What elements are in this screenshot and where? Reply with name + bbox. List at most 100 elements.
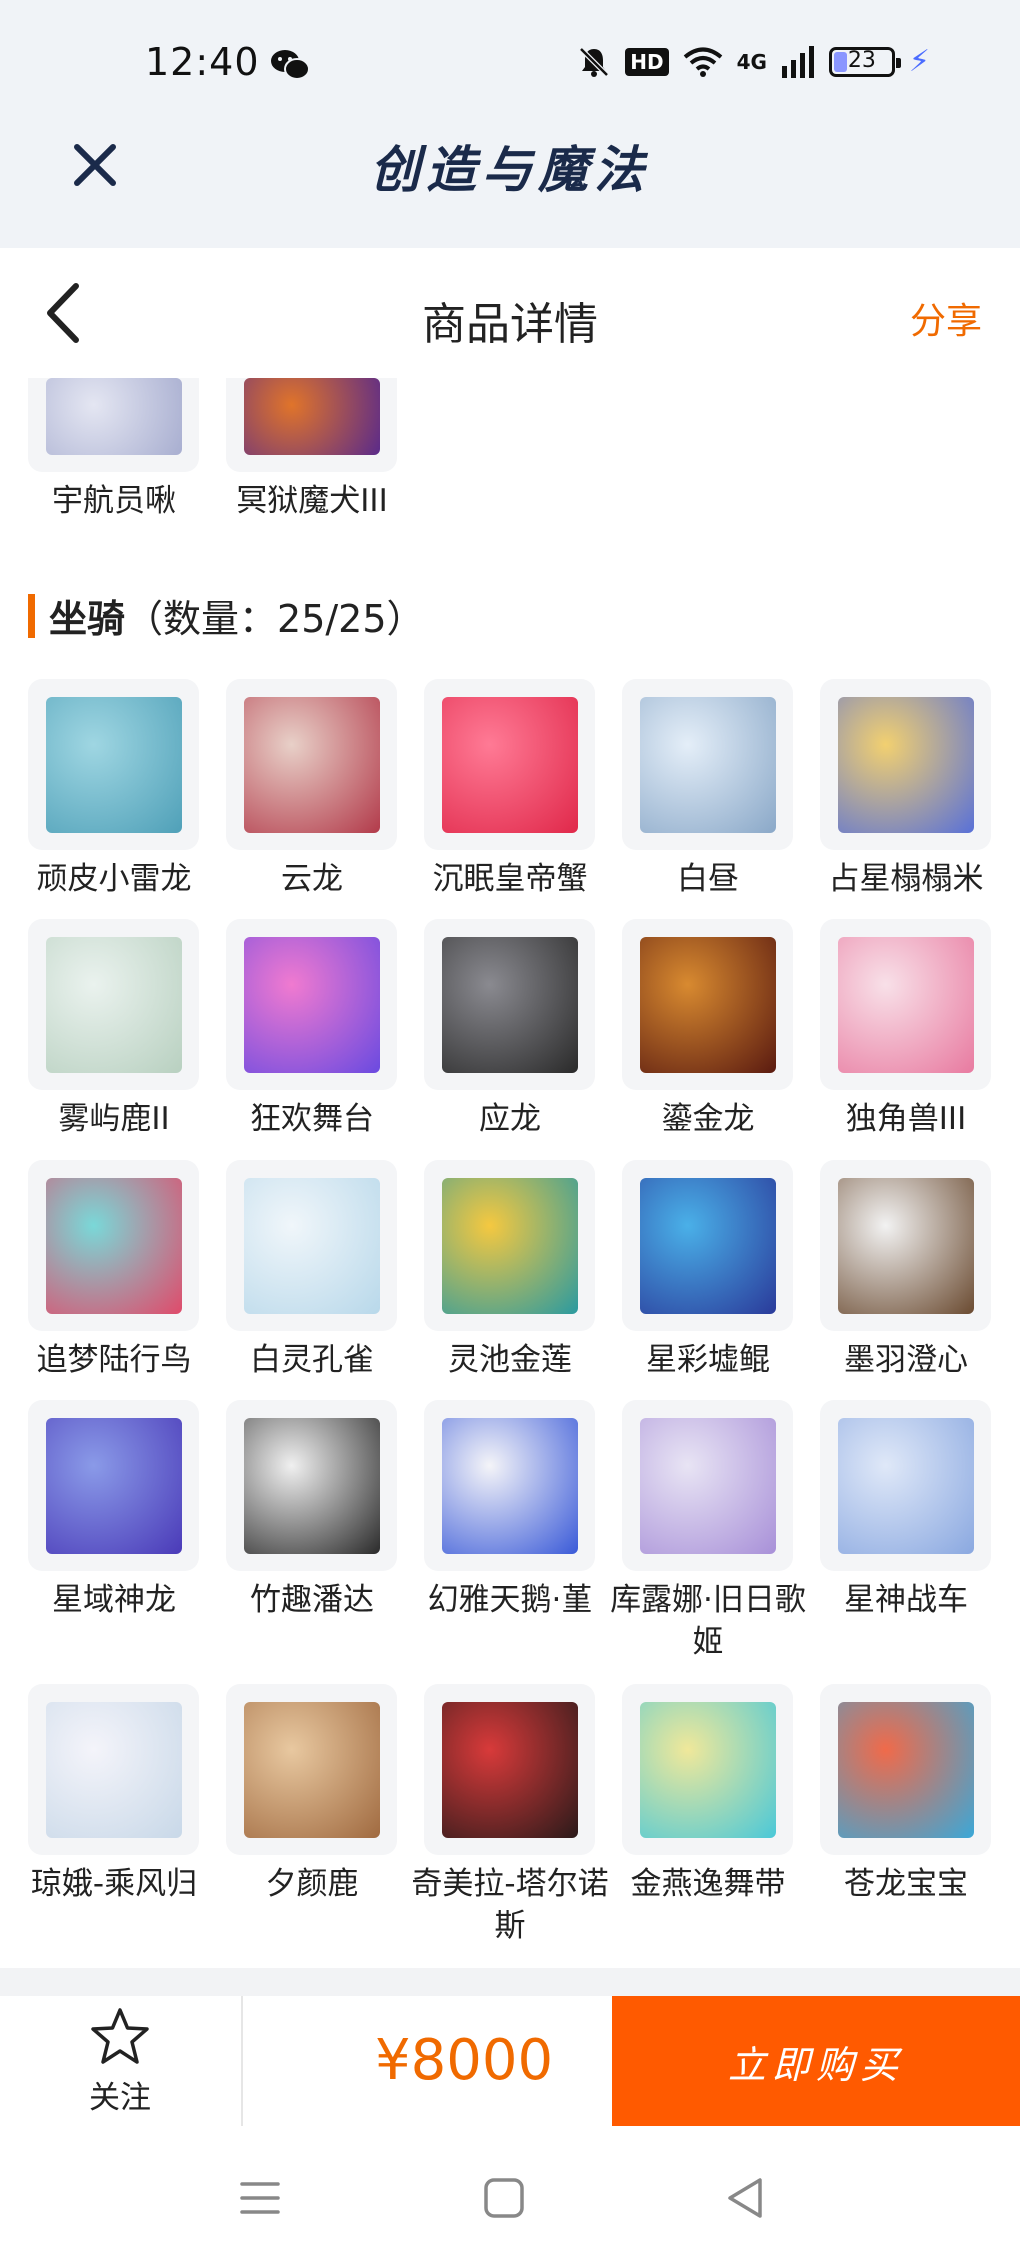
item-thumbnail bbox=[639, 1177, 776, 1314]
item-card[interactable] bbox=[28, 679, 199, 850]
item-name: 白灵孔雀 bbox=[250, 1342, 374, 1378]
mute-bell-icon bbox=[579, 46, 610, 77]
item-card[interactable] bbox=[424, 679, 595, 850]
bottom-action-bar: 关注 ¥8000 立即购买 bbox=[0, 1996, 1020, 2126]
item-name: 独角兽III bbox=[845, 1101, 967, 1137]
item-thumbnail bbox=[639, 1417, 776, 1554]
item-card[interactable] bbox=[424, 1400, 595, 1571]
item-thumbnail bbox=[441, 936, 578, 1073]
item-thumbnail bbox=[639, 696, 776, 833]
item-name: 云龙 bbox=[281, 861, 343, 897]
network-type: 4G bbox=[736, 49, 767, 74]
item-thumbnail bbox=[639, 1701, 776, 1838]
item-card[interactable] bbox=[28, 378, 199, 472]
item-thumbnail bbox=[243, 378, 380, 455]
item-thumbnail bbox=[837, 936, 974, 1073]
app-header: 创造与魔法 bbox=[0, 100, 1020, 248]
item-card[interactable] bbox=[226, 919, 397, 1090]
item-name: 星彩墟鲲 bbox=[646, 1342, 770, 1378]
wifi-icon bbox=[683, 47, 722, 77]
item-thumbnail bbox=[441, 1417, 578, 1554]
item-card[interactable] bbox=[226, 1400, 397, 1571]
item-detail-content[interactable]: 宇航员啾 冥狱魔犬III 坐骑（数量：25/25） 顽皮小雷龙 云龙 沉眠皇帝蟹 白昼 占… bbox=[0, 378, 1020, 1968]
item-card[interactable] bbox=[28, 919, 199, 1090]
item-thumbnail bbox=[837, 1417, 974, 1554]
item-thumbnail bbox=[243, 1177, 380, 1314]
item-card[interactable] bbox=[622, 919, 793, 1090]
signal-icon bbox=[781, 45, 814, 78]
buy-now-button[interactable]: 立即购买 bbox=[612, 1996, 1020, 2126]
item-name: 占星榻榻米 bbox=[828, 861, 984, 897]
item-thumbnail bbox=[45, 378, 182, 455]
content-divider bbox=[0, 1968, 1020, 1996]
section-accent-bar bbox=[28, 593, 35, 638]
section-count: （数量：25/25） bbox=[125, 597, 425, 641]
item-name: 白昼 bbox=[677, 861, 739, 897]
item-name: 宇航员啾 bbox=[52, 483, 176, 519]
item-thumbnail bbox=[837, 1701, 974, 1838]
system-nav-bar bbox=[0, 2126, 1020, 2267]
item-thumbnail bbox=[441, 1177, 578, 1314]
item-thumbnail bbox=[639, 936, 776, 1073]
item-card[interactable] bbox=[820, 679, 991, 850]
menu-icon[interactable] bbox=[232, 2170, 288, 2226]
item-name: 灵池金莲 bbox=[448, 1342, 572, 1378]
item-thumbnail bbox=[837, 1177, 974, 1314]
item-name: 墨羽澄心 bbox=[844, 1342, 968, 1378]
item-name: 星神战车 bbox=[844, 1582, 968, 1618]
follow-button[interactable]: 关注 bbox=[62, 2006, 178, 2116]
item-card[interactable] bbox=[820, 919, 991, 1090]
item-card[interactable] bbox=[622, 1684, 793, 1855]
item-name: 沉眠皇帝蟹 bbox=[432, 861, 588, 897]
item-card[interactable] bbox=[226, 679, 397, 850]
item-thumbnail bbox=[837, 696, 974, 833]
item-thumbnail bbox=[243, 936, 380, 1073]
item-name: 狂欢舞台 bbox=[250, 1101, 374, 1137]
price: ¥8000 bbox=[375, 2028, 554, 2093]
back-triangle-icon[interactable] bbox=[718, 2170, 774, 2226]
item-card[interactable] bbox=[226, 1684, 397, 1855]
item-thumbnail bbox=[243, 696, 380, 833]
item-name: 苍龙宝宝 bbox=[844, 1866, 968, 1902]
item-name: 应龙 bbox=[479, 1101, 541, 1137]
item-card[interactable] bbox=[820, 1160, 991, 1331]
share-button[interactable]: 分享 bbox=[910, 292, 982, 344]
section-title: 坐骑 bbox=[49, 597, 126, 641]
item-name: 琼娥-乘风归 bbox=[30, 1866, 198, 1902]
item-card[interactable] bbox=[424, 919, 595, 1090]
item-card[interactable] bbox=[424, 1160, 595, 1331]
item-card[interactable] bbox=[424, 1684, 595, 1855]
item-card[interactable] bbox=[226, 1160, 397, 1331]
item-name: 库露娜·旧日歌姬 bbox=[610, 1582, 806, 1660]
section-header-mounts: 坐骑（数量：25/25） bbox=[28, 588, 425, 643]
item-card[interactable] bbox=[622, 1160, 793, 1331]
item-name: 星域神龙 bbox=[52, 1582, 176, 1618]
nav-bar: 商品详情 分享 bbox=[0, 248, 1020, 378]
item-thumbnail bbox=[45, 1177, 182, 1314]
item-card[interactable] bbox=[820, 1400, 991, 1571]
home-icon[interactable] bbox=[476, 2170, 532, 2226]
item-name: 追梦陆行鸟 bbox=[36, 1342, 192, 1378]
item-name: 鎏金龙 bbox=[661, 1101, 755, 1137]
item-name: 雾屿鹿II bbox=[58, 1101, 170, 1137]
item-thumbnail bbox=[243, 1701, 380, 1838]
item-card[interactable] bbox=[622, 1400, 793, 1571]
item-card[interactable] bbox=[622, 679, 793, 850]
status-time: 12:40 bbox=[145, 40, 260, 84]
follow-label: 关注 bbox=[89, 2080, 151, 2116]
item-card[interactable] bbox=[226, 378, 397, 472]
item-card[interactable] bbox=[28, 1684, 199, 1855]
item-name: 金燕逸舞带 bbox=[630, 1866, 786, 1902]
item-thumbnail bbox=[45, 696, 182, 833]
item-card[interactable] bbox=[28, 1400, 199, 1571]
charging-icon: ⚡ bbox=[908, 44, 930, 79]
item-card[interactable] bbox=[820, 1684, 991, 1855]
hd-icon: HD bbox=[625, 47, 669, 76]
item-name: 奇美拉-塔尔诺斯 bbox=[411, 1866, 609, 1944]
status-icons: HD 4G 23 ⚡ bbox=[577, 44, 930, 79]
wechat-notification-icon bbox=[271, 50, 310, 80]
battery-level: 23 bbox=[847, 47, 876, 73]
item-card[interactable] bbox=[28, 1160, 199, 1331]
item-thumbnail bbox=[243, 1417, 380, 1554]
item-thumbnail bbox=[441, 696, 578, 833]
